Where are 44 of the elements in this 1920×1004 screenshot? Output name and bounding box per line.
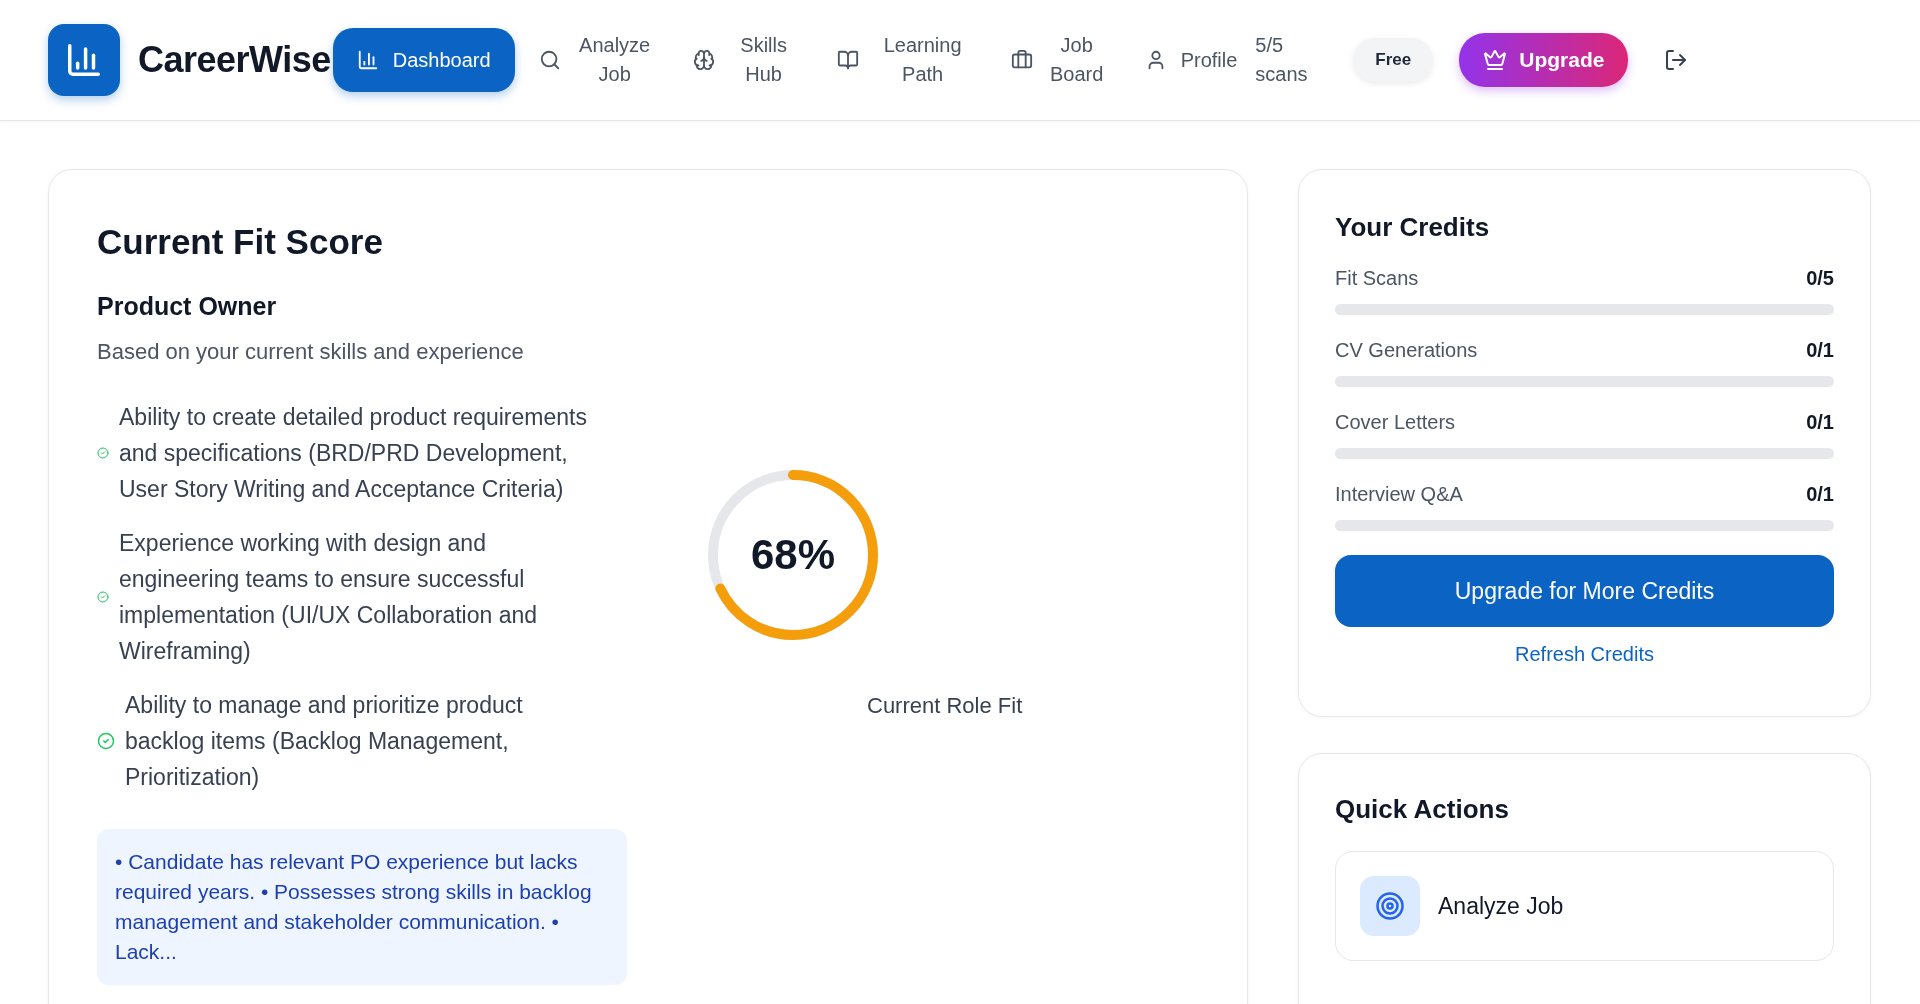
- upgrade-button[interactable]: Upgrade: [1459, 33, 1629, 87]
- credit-name: Fit Scans: [1335, 267, 1419, 290]
- plan-badge: Free: [1353, 38, 1434, 82]
- skill-text: Experience working with design and engineering teams to ensure successful implementation (UI/UX Collaboration and Wireframing): [119, 529, 539, 666]
- check-icon: [97, 447, 109, 459]
- briefcase-icon: [1010, 49, 1033, 71]
- refresh-link[interactable]: Refresh Credits: [1515, 643, 1654, 666]
- nav-link[interactable]: Skills Hub: [678, 28, 813, 92]
- skill-text: Ability to manage and prioritize product backlog items (Backlog Management, Prioritization): [125, 691, 524, 792]
- quick-action[interactable]: Analyze Job: [1335, 851, 1834, 961]
- credit-name: Interview Q&A: [1335, 483, 1463, 506]
- card-title: Quick Actions: [1335, 794, 1510, 825]
- check-icon: [97, 732, 115, 750]
- upgrade-credits-button[interactable]: Upgrade for More Credits: [1335, 555, 1834, 627]
- card-description: Based on your current skills and experience: [97, 339, 525, 365]
- nav-link[interactable]: Profile: [1130, 28, 1252, 92]
- card-title: Your Credits: [1335, 212, 1491, 243]
- nav-link[interactable]: Job Board: [996, 28, 1121, 92]
- crown-icon: [1483, 48, 1508, 72]
- credit-value: 0/1: [1806, 411, 1834, 434]
- credit-value: 0/5: [1806, 267, 1834, 290]
- nav-link[interactable]: Learning Path: [822, 28, 987, 92]
- fit-percentage: 68%: [750, 534, 836, 576]
- check-icon: [97, 591, 109, 603]
- nav-link[interactable]: Analyze Job: [524, 28, 669, 92]
- credit-value: 0/1: [1806, 339, 1834, 362]
- target-icon: [1360, 876, 1420, 936]
- logout-button[interactable]: [1664, 48, 1689, 72]
- brain-icon: [692, 49, 715, 71]
- bar-chart-icon: [65, 41, 103, 79]
- credit-name: Cover Letters: [1335, 411, 1456, 434]
- brand-name: CareerWise: [138, 39, 331, 81]
- scan-count: 5/5 scans: [1255, 33, 1309, 87]
- role-title: Product Owner: [97, 292, 278, 321]
- bar-chart-icon: [356, 49, 379, 71]
- search-icon: [538, 49, 561, 71]
- summary-note: • Candidate has relevant PO experience but lacks required years. • Possesses strong skills in backlog management and stakeholder communication. • Lack...: [97, 829, 627, 985]
- credit-value: 0/1: [1806, 483, 1834, 506]
- gauge-label: Current Role Fit: [867, 693, 1024, 719]
- credit-name: CV Generations: [1335, 339, 1478, 362]
- nav-link[interactable]: Dashboard: [332, 28, 515, 92]
- book-icon: [836, 49, 859, 71]
- card-title: Current Fit Score: [97, 222, 384, 262]
- skill-text: Ability to create detailed product requirements and specifications (BRD/PRD Development, User Story Writing and Acceptance Criteria): [119, 403, 588, 504]
